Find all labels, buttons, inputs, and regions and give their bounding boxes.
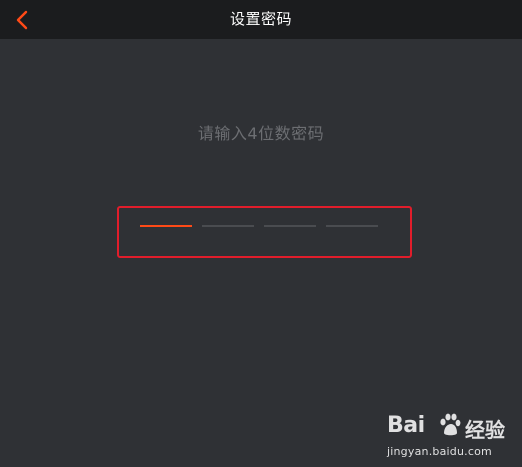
pin-slot-4 (326, 225, 378, 227)
watermark-logo-text: Bai (387, 413, 425, 438)
watermark-domain: jingyan.baidu.com (387, 445, 492, 458)
baidu-jingyan-watermark: Bai 经验 jingyan.baidu.com (387, 409, 512, 461)
paw-icon (440, 413, 461, 436)
pin-prompt: 请输入4位数密码 (197, 124, 325, 143)
page-title: 设置密码 (229, 10, 292, 28)
pin-slot-2 (202, 225, 254, 227)
pin-input[interactable] (140, 214, 378, 238)
top-bar: 设置密码 (0, 0, 522, 39)
set-password-screen: 设置密码 请输入4位数密码 Bai 经验 jingyan.baidu.com (0, 0, 522, 467)
back-button[interactable] (8, 6, 36, 34)
pin-slot-3 (264, 225, 316, 227)
watermark-brand: Bai 经验 (387, 409, 512, 445)
pin-slot-1 (140, 225, 192, 227)
watermark-label: 经验 (465, 418, 505, 442)
chevron-left-icon (16, 10, 28, 30)
